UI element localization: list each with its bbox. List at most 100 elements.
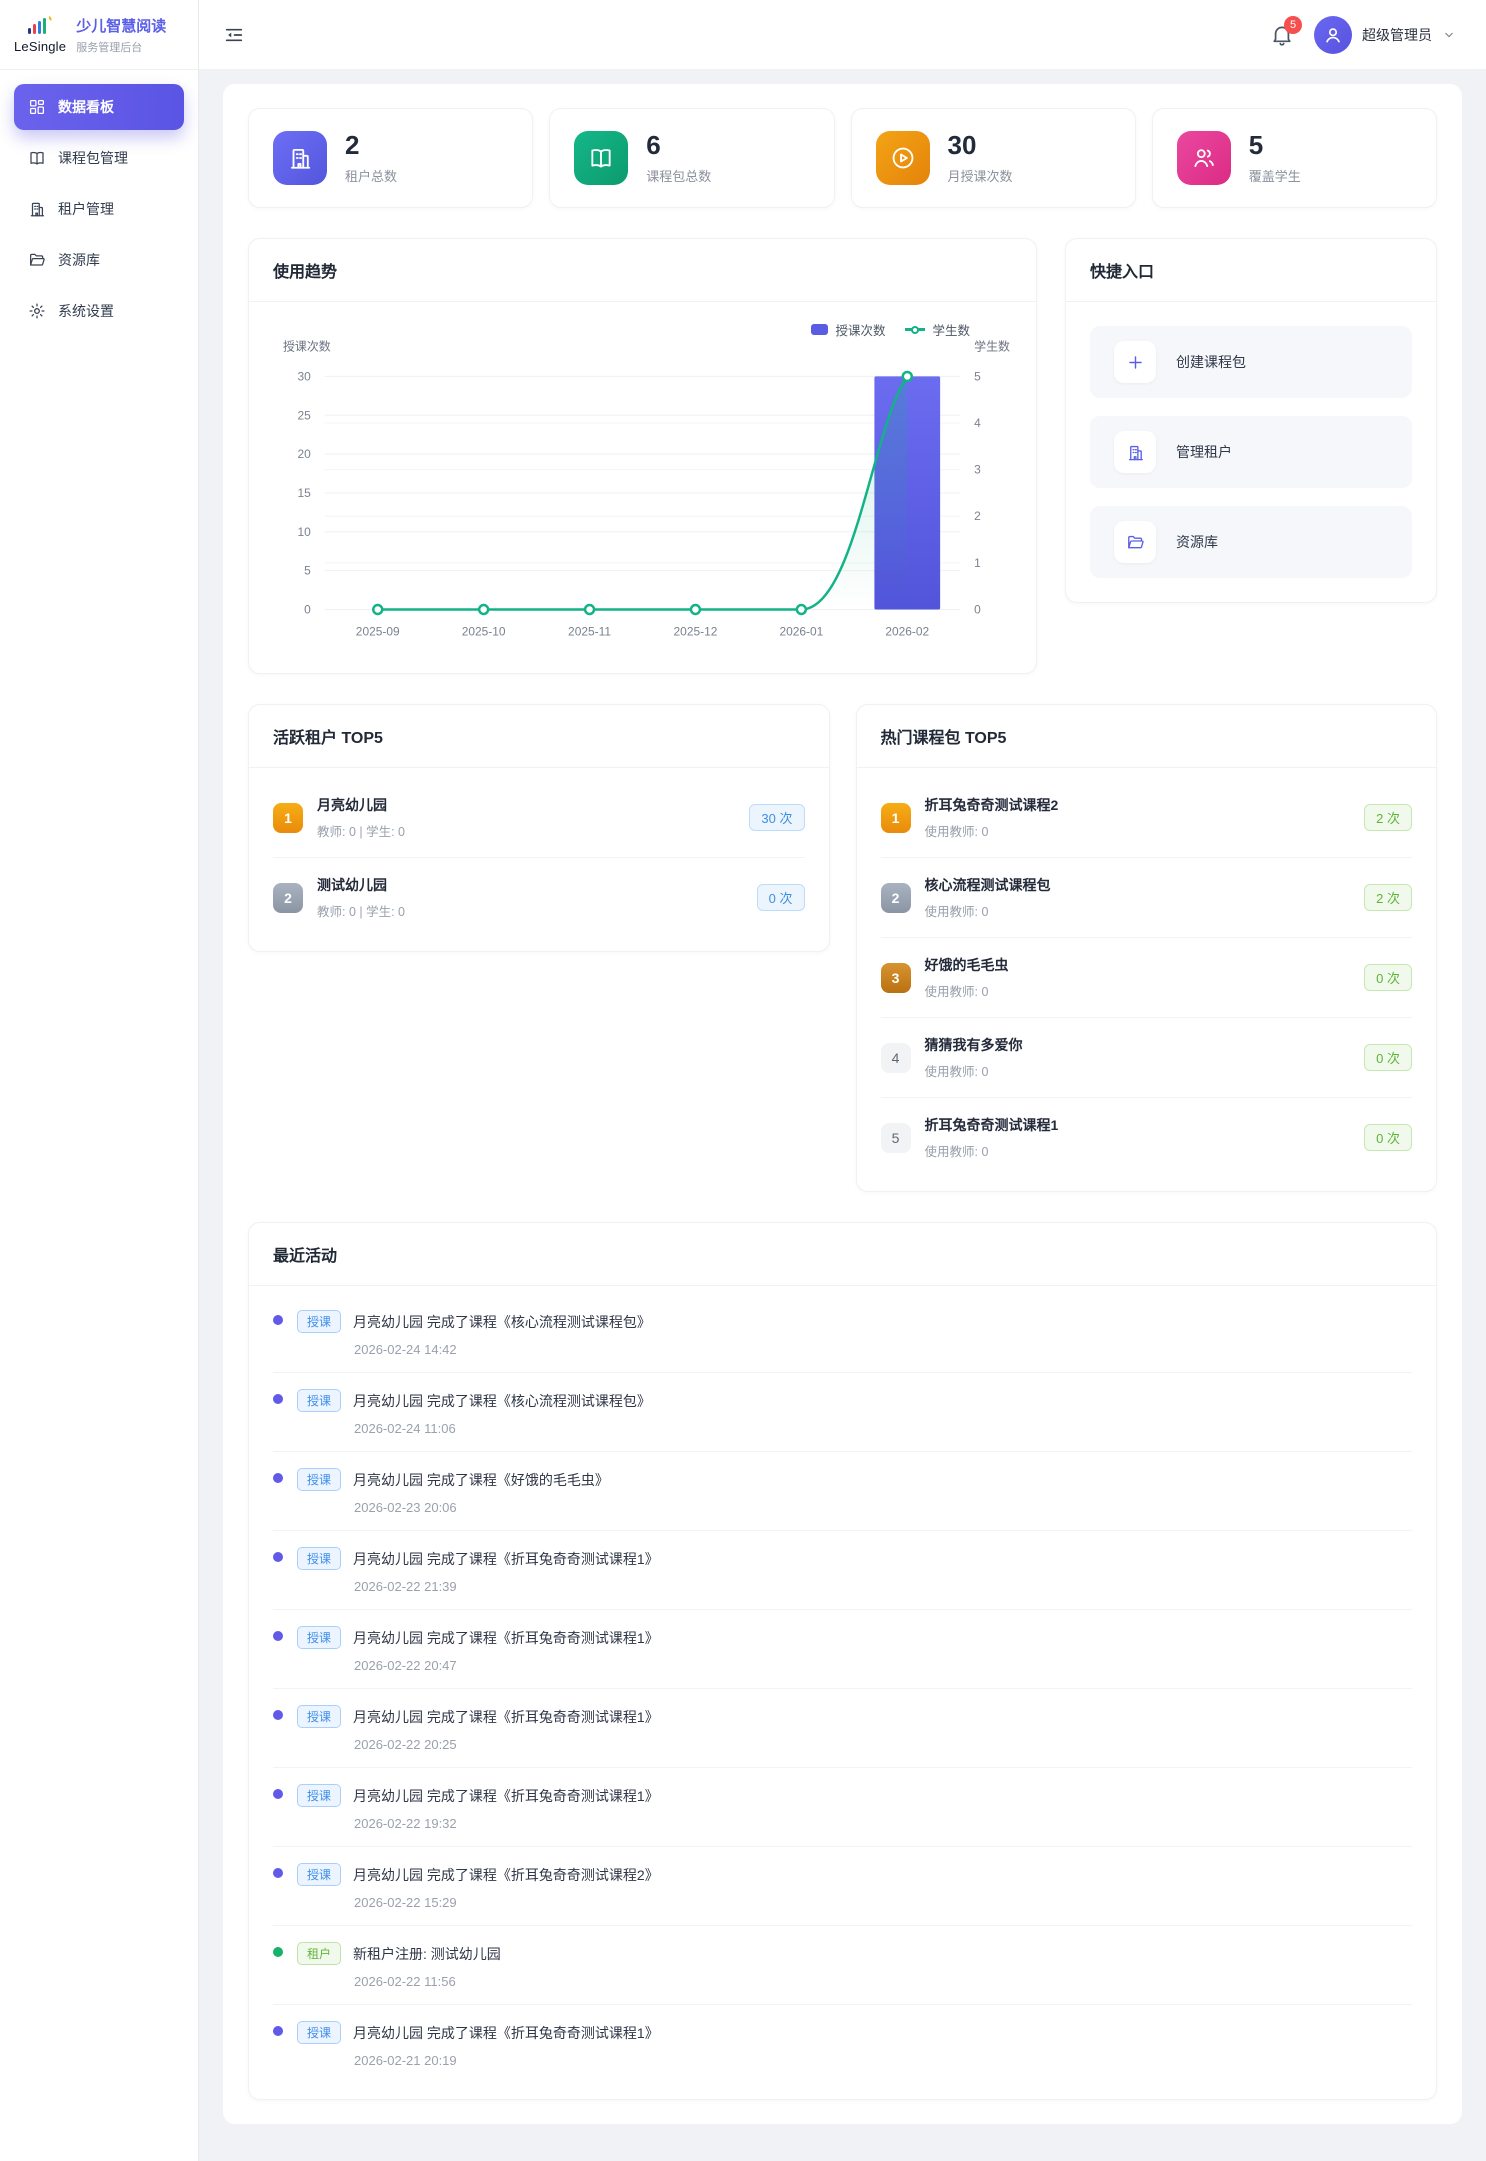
- rank-badge: 3: [881, 963, 911, 993]
- stat-label: 课程包总数: [646, 166, 711, 185]
- sidebar-item-dashboard[interactable]: 数据看板: [14, 84, 184, 130]
- svg-text:授课次数: 授课次数: [283, 339, 331, 354]
- legend-item-lessons[interactable]: 授课次数: [811, 320, 885, 339]
- stat-card-students: 5 覆盖学生: [1152, 108, 1437, 208]
- section-title: 快捷入口: [1066, 239, 1436, 302]
- package-rank-row: 5 折耳兔奇奇测试课程1 使用教师: 0 0 次: [881, 1098, 1413, 1177]
- chart-legend: 授课次数 学生数: [811, 320, 970, 339]
- chevron-down-icon: [1442, 28, 1456, 42]
- stat-card-course-packages: 6 课程包总数: [549, 108, 834, 208]
- package-name: 好饿的毛毛虫: [925, 955, 1009, 975]
- activity-type-badge: 授课: [297, 1626, 341, 1649]
- sidebar-item-settings[interactable]: 系统设置: [14, 288, 184, 334]
- stat-card-tenants: 2 租户总数: [248, 108, 533, 208]
- sidebar-item-resources[interactable]: 资源库: [14, 237, 184, 283]
- rank-badge: 2: [273, 883, 303, 913]
- svg-text:30: 30: [298, 369, 312, 383]
- user-menu[interactable]: 超级管理员: [1314, 16, 1456, 54]
- quick-entry-label: 创建课程包: [1176, 352, 1246, 372]
- building-icon: [28, 200, 46, 218]
- package-meta: 使用教师: 0: [925, 821, 1059, 840]
- package-rank-row: 4 猜猜我有多爱你 使用教师: 0 0 次: [881, 1018, 1413, 1098]
- hot-packages-card: 热门课程包 TOP5 1 折耳兔奇奇测试课程2 使用教师: 0 2 次: [856, 704, 1438, 1192]
- quick-entry-manage-tenants[interactable]: 管理租户: [1090, 416, 1412, 488]
- svg-text:3: 3: [974, 463, 981, 477]
- activity-dot: [273, 1473, 283, 1483]
- section-title: 使用趋势: [249, 239, 1036, 302]
- activity-type-badge: 授课: [297, 1389, 341, 1412]
- folder-icon: [28, 251, 46, 269]
- activity-dot: [273, 1710, 283, 1720]
- svg-text:0: 0: [304, 602, 311, 616]
- stat-value: 5: [1249, 132, 1301, 158]
- sidebar-item-tenants[interactable]: 租户管理: [14, 186, 184, 232]
- notification-count-badge: 5: [1284, 16, 1302, 34]
- activity-dot: [273, 2026, 283, 2036]
- activity-text: 月亮幼儿园 完成了课程《折耳兔奇奇测试课程1》: [353, 1549, 659, 1569]
- usage-count-pill: 0 次: [1364, 964, 1412, 991]
- package-meta: 使用教师: 0: [925, 1141, 1059, 1160]
- quick-entry-resources[interactable]: 资源库: [1090, 506, 1412, 578]
- package-meta: 使用教师: 0: [925, 901, 1051, 920]
- activity-dot: [273, 1947, 283, 1957]
- activity-time: 2026-02-22 21:39: [354, 1579, 659, 1594]
- rank-badge: 2: [881, 883, 911, 913]
- svg-text:2025-09: 2025-09: [356, 624, 400, 638]
- activity-item: 授课月亮幼儿园 完成了课程《好饿的毛毛虫》2026-02-23 20:06: [273, 1452, 1412, 1531]
- main-content: 2 租户总数 6 课程包总数 30 月授课次数: [199, 70, 1486, 2161]
- activity-text: 月亮幼儿园 完成了课程《折耳兔奇奇测试课程1》: [353, 1628, 659, 1648]
- svg-text:5: 5: [304, 564, 311, 578]
- bar-swatch-icon: [811, 324, 828, 335]
- activity-text: 月亮幼儿园 完成了课程《折耳兔奇奇测试课程2》: [353, 1865, 659, 1885]
- tenant-rank-row: 1 月亮幼儿园 教师: 0 | 学生: 0 30 次: [273, 778, 805, 858]
- lesson-count-pill: 0 次: [757, 884, 805, 911]
- svg-text:2025-10: 2025-10: [462, 624, 506, 638]
- activity-dot: [273, 1789, 283, 1799]
- activity-time: 2026-02-22 20:47: [354, 1658, 659, 1673]
- activity-type-badge: 授课: [297, 1784, 341, 1807]
- stats-row: 2 租户总数 6 课程包总数 30 月授课次数: [248, 108, 1437, 208]
- quick-entry-label: 管理租户: [1176, 442, 1232, 462]
- activity-text: 新租户注册: 测试幼儿园: [353, 1944, 501, 1964]
- notifications-button[interactable]: 5: [1270, 23, 1294, 47]
- usage-count-pill: 0 次: [1364, 1124, 1412, 1151]
- activity-time: 2026-02-24 14:42: [354, 1342, 651, 1357]
- sidebar-item-course-packages[interactable]: 课程包管理: [14, 135, 184, 181]
- quick-entry-create-package[interactable]: 创建课程包: [1090, 326, 1412, 398]
- activity-type-badge: 租户: [297, 1942, 341, 1965]
- plus-icon: [1114, 341, 1156, 383]
- activity-item: 授课月亮幼儿园 完成了课程《核心流程测试课程包》2026-02-24 11:06: [273, 1373, 1412, 1452]
- svg-text:2026-02: 2026-02: [885, 624, 929, 638]
- tenant-meta: 教师: 0 | 学生: 0: [317, 901, 405, 920]
- activity-time: 2026-02-21 20:19: [354, 2053, 659, 2068]
- sidebar-collapse-icon[interactable]: [223, 24, 245, 46]
- package-name: 猜猜我有多爱你: [925, 1035, 1023, 1055]
- building-icon: [273, 131, 327, 185]
- svg-text:20: 20: [298, 447, 312, 461]
- usage-count-pill: 2 次: [1364, 884, 1412, 911]
- tenant-rank-row: 2 测试幼儿园 教师: 0 | 学生: 0 0 次: [273, 858, 805, 937]
- package-meta: 使用教师: 0: [925, 981, 1009, 1000]
- svg-text:15: 15: [298, 486, 312, 500]
- sidebar-menu: 数据看板 课程包管理 租户管理 资源库 系统设置: [0, 70, 198, 353]
- section-title: 活跃租户 TOP5: [249, 705, 829, 768]
- building-icon: [1114, 431, 1156, 473]
- package-rank-row: 3 好饿的毛毛虫 使用教师: 0 0 次: [881, 938, 1413, 1018]
- activity-type-badge: 授课: [297, 2021, 341, 2044]
- activity-item: 租户新租户注册: 测试幼儿园2026-02-22 11:56: [273, 1926, 1412, 2005]
- usage-count-pill: 2 次: [1364, 804, 1412, 831]
- product-subtitle: 服务管理后台: [76, 39, 166, 55]
- sidebar-item-label: 数据看板: [58, 97, 114, 117]
- section-title: 热门课程包 TOP5: [857, 705, 1437, 768]
- tenant-meta: 教师: 0 | 学生: 0: [317, 821, 405, 840]
- activity-item: 授课月亮幼儿园 完成了课程《核心流程测试课程包》2026-02-24 14:42: [273, 1294, 1412, 1373]
- activity-type-badge: 授课: [297, 1547, 341, 1570]
- activity-time: 2026-02-22 20:25: [354, 1737, 659, 1752]
- svg-text:4: 4: [974, 416, 981, 430]
- usage-count-pill: 0 次: [1364, 1044, 1412, 1071]
- usage-trend-chart: 051015202530012345授课次数学生数2025-092025-102…: [269, 318, 1016, 650]
- legend-item-students[interactable]: 学生数: [905, 320, 970, 339]
- activity-dot: [273, 1394, 283, 1404]
- package-name: 核心流程测试课程包: [925, 875, 1051, 895]
- sidebar-item-label: 资源库: [58, 250, 100, 270]
